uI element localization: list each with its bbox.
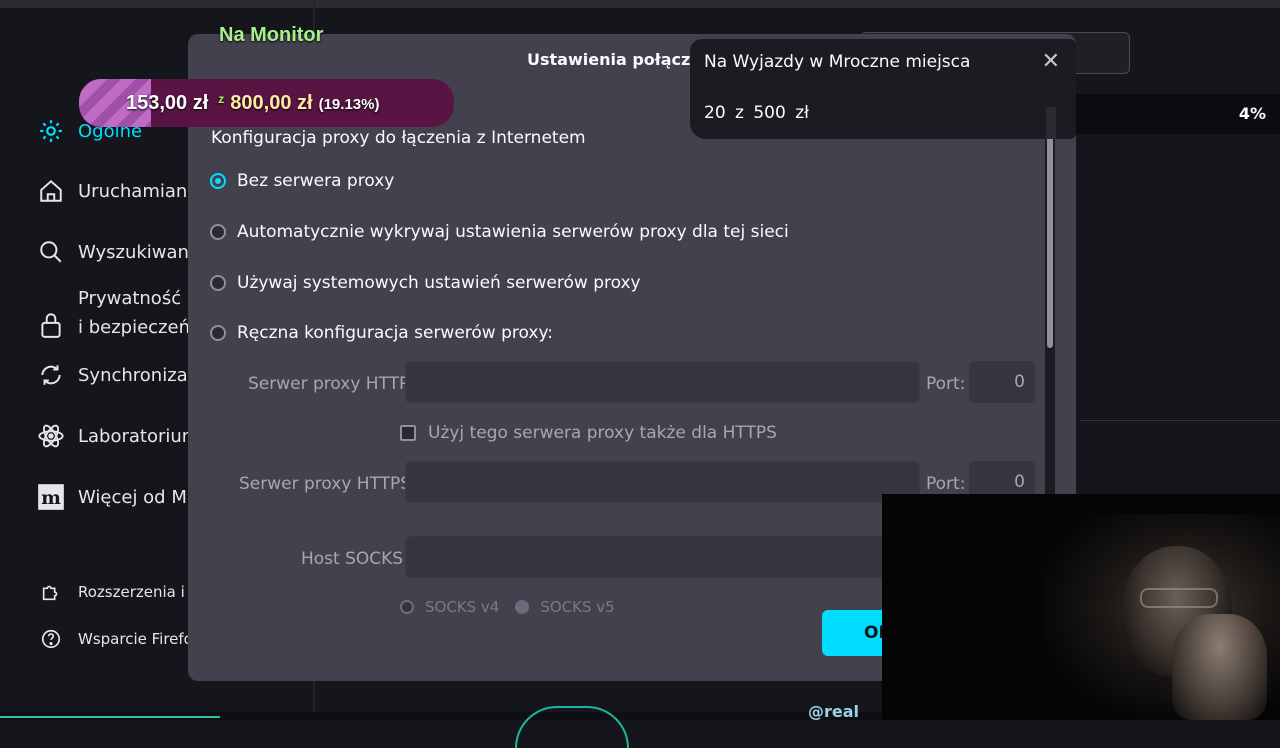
svg-text:m: m	[41, 487, 61, 509]
radio-button[interactable]	[210, 224, 226, 240]
sidebar-item-sync[interactable]: Synchronizacj	[36, 360, 203, 390]
sidebar-item-privacy[interactable]: Prywatność i bezpieczeńs	[36, 284, 199, 342]
sidebar-item-label: Więcej od Mo	[78, 486, 198, 508]
secondary-goal-popup: Na Wyjazdy w Mroczne miejsca ✕ 20 z 500 …	[690, 39, 1076, 139]
socks4-label: SOCKS v4	[425, 598, 500, 616]
streamer-handle: @real	[808, 702, 860, 721]
use-for-https-checkbox-row[interactable]: Użyj tego serwera proxy także dla HTTPS	[400, 423, 777, 443]
window-top-bar	[0, 0, 1280, 8]
webcam-feed	[882, 494, 1280, 720]
dialog-title: Ustawienia połączen	[527, 50, 713, 69]
radio-no-proxy[interactable]: Bez serwera proxy	[210, 171, 394, 191]
puzzle-icon	[36, 577, 66, 607]
bottom-progress-bar	[0, 716, 220, 718]
radio-label: Używaj systemowych ustawień serwerów pro…	[237, 273, 641, 293]
https-port-label: Port:	[926, 474, 966, 494]
sidebar-item-label: i bezpieczeńs	[78, 317, 200, 338]
socks-version-row: SOCKS v4 SOCKS v5	[400, 598, 615, 616]
popup-scrollbar	[1046, 107, 1056, 139]
goal-total-amount: 800,00 zł	[230, 91, 313, 114]
popup-amount: 20 z 500 zł	[704, 103, 809, 123]
donation-goal-title: Na Monitor	[219, 24, 324, 46]
mozilla-icon: m	[36, 482, 66, 512]
checkbox-label: Użyj tego serwera proxy także dla HTTPS	[428, 423, 777, 443]
http-proxy-label: Serwer proxy HTTP:	[248, 374, 416, 394]
radio-label: Bez serwera proxy	[237, 171, 395, 191]
sidebar-item-search[interactable]: Wyszukiwanie	[36, 237, 205, 267]
radio-manual-proxy[interactable]: Ręczna konfiguracja serwerów proxy:	[210, 323, 553, 343]
sidebar-item-label: Wsparcie Firefo	[78, 630, 193, 648]
radio-label: Automatycznie wykrywaj ustawienia serwer…	[237, 222, 789, 242]
webcam-person-glasses	[1140, 588, 1218, 608]
webcam-person-hand	[1172, 614, 1267, 720]
socks-host-input[interactable]	[405, 536, 920, 578]
http-port-label: Port:	[926, 374, 966, 394]
scrollbar-thumb[interactable]	[1047, 120, 1053, 348]
lock-icon	[36, 310, 66, 340]
http-port-input[interactable]: 0	[969, 361, 1035, 403]
radio-socks5[interactable]	[515, 600, 530, 614]
sidebar-item-extensions[interactable]: Rozszerzenia i m	[36, 577, 204, 607]
sidebar-item-label: Uruchamianie	[78, 180, 204, 202]
sync-icon	[36, 360, 66, 390]
divider	[1080, 420, 1280, 421]
socks-host-label: Host SOCKS:	[301, 549, 409, 569]
sidebar-item-more-mozilla[interactable]: m Więcej od Mo	[36, 482, 198, 512]
radio-socks4[interactable]	[400, 600, 414, 614]
sidebar-item-home[interactable]: Uruchamianie	[36, 176, 203, 206]
checkbox[interactable]	[400, 425, 416, 441]
donation-goal-bar: 153,00 zł z 800,00 zł (19.13%)	[79, 79, 454, 127]
background-percent: 4%	[1238, 104, 1266, 123]
goal-of-word: z	[218, 91, 225, 106]
goal-percent: (19.13%)	[318, 95, 380, 113]
socks5-label: SOCKS v5	[540, 598, 615, 616]
proxy-config-heading: Konfiguracja proxy do łączenia z Interne…	[211, 128, 586, 148]
search-icon	[36, 237, 66, 267]
sidebar-item-label: Prywatność	[78, 288, 182, 309]
goal-current-amount: 153,00 zł	[126, 91, 209, 114]
radio-label: Ręczna konfiguracja serwerów proxy:	[237, 323, 554, 343]
atom-icon	[36, 421, 66, 451]
https-proxy-input[interactable]	[405, 461, 920, 503]
sidebar-item-label: Laboratorium	[78, 425, 200, 447]
home-icon	[36, 176, 66, 206]
sidebar-item-labs[interactable]: Laboratorium	[36, 421, 199, 451]
gear-icon	[36, 116, 66, 146]
https-proxy-label: Serwer proxy HTTPS:	[239, 474, 417, 494]
help-icon	[36, 624, 66, 654]
radio-button[interactable]	[210, 325, 226, 341]
radio-auto-detect[interactable]: Automatycznie wykrywaj ustawienia serwer…	[210, 222, 789, 242]
http-proxy-input[interactable]	[405, 361, 920, 403]
sidebar-item-support[interactable]: Wsparcie Firefo	[36, 624, 193, 654]
radio-button[interactable]	[210, 173, 226, 189]
radio-system-proxy[interactable]: Używaj systemowych ustawień serwerów pro…	[210, 273, 641, 293]
close-icon[interactable]: ✕	[1042, 49, 1060, 74]
sidebar-item-label: Synchronizacj	[78, 364, 203, 386]
sidebar-item-label: Rozszerzenia i m	[78, 583, 205, 601]
sidebar-item-label: Wyszukiwanie	[78, 241, 206, 263]
radio-button[interactable]	[210, 275, 226, 291]
popup-title: Na Wyjazdy w Mroczne miejsca	[704, 52, 971, 72]
